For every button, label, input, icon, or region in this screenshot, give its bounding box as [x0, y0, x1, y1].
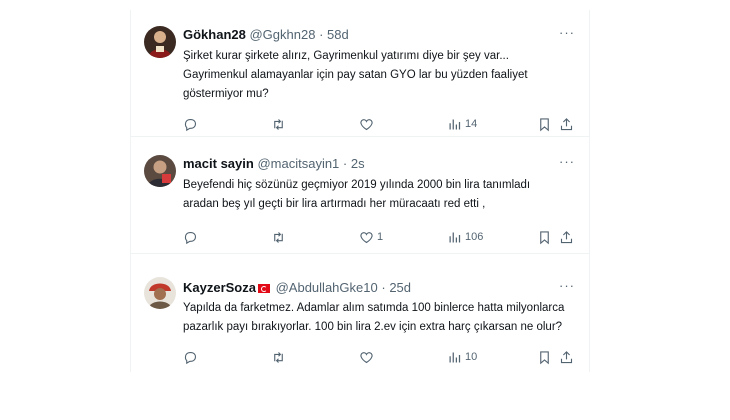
user-handle[interactable]: @AbdullahGke10 [276, 280, 378, 295]
tweet-text-line: Yapılda da farketmez. Adamlar alım satım… [183, 302, 565, 314]
like-count: 1 [377, 231, 384, 243]
reply-icon [184, 118, 197, 131]
like-button[interactable]: 1 [359, 228, 383, 246]
reply-icon [184, 351, 197, 364]
heart-icon [360, 118, 373, 130]
share-icon [560, 117, 573, 130]
tweet-feed: Gökhan28 @Ggkhn28 · 58d ··· Şirket kurar… [130, 10, 590, 372]
more-icon[interactable]: ··· [559, 154, 575, 169]
reply-button[interactable] [183, 228, 198, 246]
avatar[interactable] [144, 155, 176, 187]
bookmark-icon [540, 350, 549, 364]
views-icon [449, 119, 461, 129]
views-count: 14 [465, 118, 478, 130]
avatar-image [144, 26, 176, 58]
tweet-text: Şirket kurar şirkete alırız, Gayrimenkul… [183, 47, 573, 104]
separator-dot: · [342, 156, 348, 171]
share-button[interactable] [559, 115, 574, 133]
bookmark-button[interactable] [537, 115, 552, 133]
views-button[interactable]: 10 [447, 348, 477, 366]
share-button[interactable] [559, 228, 574, 246]
bookmark-button[interactable] [537, 228, 552, 246]
reply-button[interactable] [183, 115, 198, 133]
like-button[interactable] [359, 115, 374, 133]
more-icon[interactable]: ··· [559, 278, 575, 293]
tweet-header: Gökhan28 @Ggkhn28 · 58d [183, 27, 349, 43]
avatar-image [144, 155, 176, 187]
bookmark-button[interactable] [537, 348, 552, 366]
display-name[interactable]: KayzerSoza [183, 280, 256, 295]
views-button[interactable]: 14 [447, 115, 477, 133]
tweet[interactable]: macit sayin @macitsayin1 · 2s ··· Beyefe… [131, 137, 589, 254]
action-bar: 14 [183, 115, 575, 133]
avatar[interactable] [144, 26, 176, 58]
retweet-icon [274, 118, 283, 130]
tweet-text-line: Gayrimenkul alamayanlar için pay satan G… [183, 69, 528, 81]
tweet-text-line: aradan beş yıl geçti bir lira artırmadı … [183, 198, 486, 210]
timestamp[interactable]: 58d [327, 27, 349, 42]
views-count: 106 [465, 231, 484, 243]
bookmark-icon [540, 117, 549, 131]
action-bar: 1 106 [183, 228, 575, 246]
share-button[interactable] [559, 348, 574, 366]
heart-icon [360, 351, 373, 363]
tweet[interactable]: Gökhan28 @Ggkhn28 · 58d ··· Şirket kurar… [131, 10, 589, 137]
retweet-icon [274, 351, 283, 363]
views-icon [449, 232, 461, 242]
views-icon [449, 352, 461, 362]
tweet[interactable]: KayzerSoza @AbdullahGke10 · 25d ··· Yapı… [131, 254, 589, 372]
action-bar: 10 [183, 348, 575, 366]
separator-dot: · [319, 27, 324, 42]
display-name[interactable]: Gökhan28 [183, 27, 246, 42]
retweet-button[interactable] [271, 228, 286, 246]
turkey-flag-icon [257, 284, 270, 293]
display-name[interactable]: macit sayin [183, 156, 254, 171]
like-button[interactable] [359, 348, 374, 366]
retweet-button[interactable] [271, 115, 286, 133]
tweet-text: Beyefendi hiç sözünüz geçmiyor 2019 yılı… [183, 176, 573, 214]
avatar-image [144, 277, 176, 309]
tweet-text-line: Beyefendi hiç sözünüz geçmiyor 2019 yılı… [183, 179, 531, 191]
tweet-text-line: göstermiyor mu? [183, 88, 269, 100]
reply-button[interactable] [183, 348, 198, 366]
reply-icon [184, 231, 197, 244]
heart-icon [360, 231, 373, 243]
tweet-text-line: pazarlık payı bırakıyorlar. 100 bin lira… [183, 321, 563, 333]
tweet-text-line: Şirket kurar şirkete alırız, Gayrimenkul… [183, 50, 509, 62]
user-handle[interactable]: @Ggkhn28 [249, 27, 315, 42]
tweet-header: KayzerSoza @AbdullahGke10 · 25d [183, 280, 411, 296]
views-button[interactable]: 106 [447, 228, 483, 246]
tweet-text: Yapılda da farketmez. Adamlar alım satım… [183, 299, 573, 337]
avatar[interactable] [144, 277, 176, 309]
tweet-header: macit sayin @macitsayin1 · 2s [183, 156, 365, 172]
retweet-button[interactable] [271, 348, 286, 366]
share-icon [560, 350, 573, 363]
views-count: 10 [465, 351, 478, 363]
timestamp[interactable]: 2s [351, 156, 365, 171]
more-icon[interactable]: ··· [559, 25, 575, 40]
retweet-icon [274, 231, 283, 243]
bookmark-icon [540, 230, 549, 244]
user-handle[interactable]: @macitsayin1 [257, 156, 339, 171]
separator-dot: · [381, 280, 386, 295]
share-icon [560, 230, 573, 243]
timestamp[interactable]: 25d [389, 280, 411, 295]
